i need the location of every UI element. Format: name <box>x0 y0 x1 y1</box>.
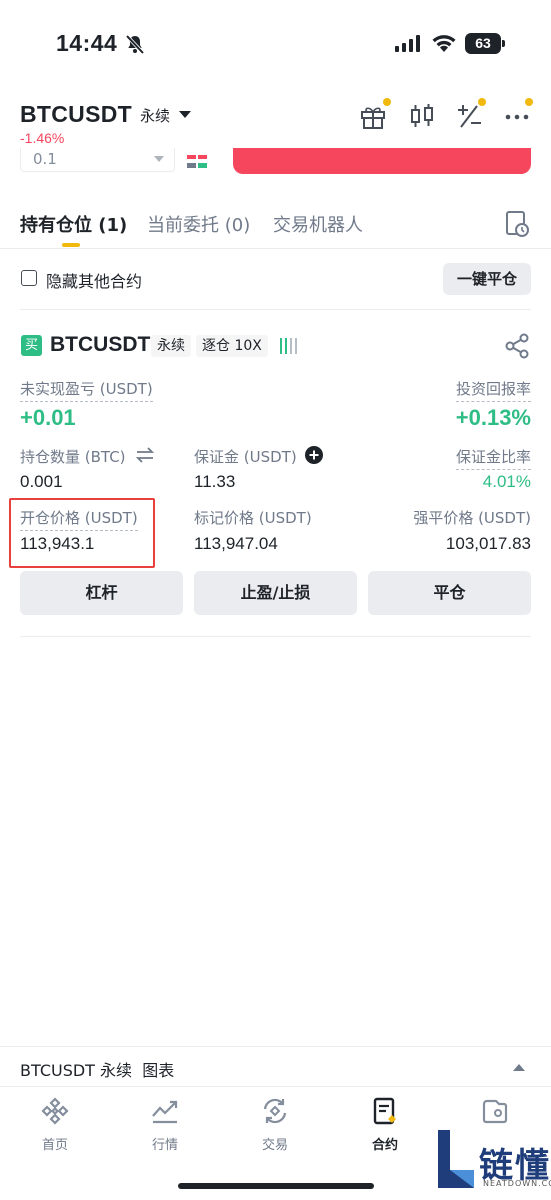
position-size-label: 持仓数量 (BTC) <box>20 448 126 466</box>
entry-price-highlight-box <box>9 498 155 568</box>
nav-top-divider <box>0 1086 551 1087</box>
liquidation-price-label: 强平价格 (USDT) <box>413 509 531 527</box>
contract-type-chip: 永续 <box>151 335 191 357</box>
roi-value: +0.13% <box>455 405 531 430</box>
more-notification-dot <box>525 98 533 106</box>
chart-bar-top-divider <box>0 1046 551 1047</box>
leverage-button[interactable]: 杠杆 <box>20 571 183 615</box>
order-history-icon[interactable] <box>504 210 530 238</box>
candlestick-icon[interactable] <box>408 102 436 130</box>
swap-unit-icon[interactable] <box>135 447 155 463</box>
nav-assets[interactable] <box>440 1096 550 1126</box>
chart-expand-caret-icon[interactable] <box>513 1064 525 1071</box>
hide-other-contracts-label[interactable]: 隐藏其他合约 <box>46 268 142 292</box>
nav-markets[interactable]: 行情 <box>110 1096 220 1153</box>
futures-icon <box>373 1097 396 1125</box>
watermark-subtext: NEATDOWN.COM <box>483 1179 551 1188</box>
nav-home-label: 首页 <box>41 1138 68 1153</box>
more-icon[interactable] <box>503 102 531 130</box>
plus-minus-notification-dot <box>478 98 486 106</box>
wallet-icon <box>482 1099 508 1124</box>
bell-muted-icon <box>125 34 145 55</box>
side-badge: 买 <box>21 335 42 356</box>
share-icon[interactable] <box>504 333 530 359</box>
orderbook-icon[interactable] <box>187 154 209 170</box>
nav-home[interactable]: 首页 <box>0 1096 110 1153</box>
unrealized-pnl-value: +0.01 <box>20 405 76 430</box>
active-tab-indicator <box>62 243 80 247</box>
quantity-value: 0.1 <box>33 150 57 168</box>
markets-icon <box>152 1100 178 1124</box>
watermark-logo-icon <box>438 1130 474 1188</box>
tab-open-orders[interactable]: 当前委托 (0) <box>147 211 250 237</box>
cellular-signal-icon <box>395 35 420 52</box>
price-change: -1.46% <box>20 130 65 146</box>
position-symbol[interactable]: BTCUSDT <box>50 333 150 357</box>
margin-ratio-value: 4.01% <box>482 472 531 491</box>
margin-label: 保证金 (USDT) <box>194 448 297 466</box>
gift-icon[interactable] <box>359 102 387 130</box>
plus-minus-icon[interactable] <box>455 102 483 130</box>
tabs-divider <box>0 248 551 249</box>
home-icon <box>41 1097 69 1125</box>
quantity-dropdown-caret-icon <box>154 156 164 162</box>
card-divider <box>20 636 531 637</box>
battery-indicator: 63 <box>465 33 501 54</box>
margin-ratio-label[interactable]: 保证金比率 <box>455 446 531 470</box>
chart-bar-label[interactable]: BTCUSDT 永续 图表 <box>20 1057 174 1081</box>
close-all-positions-button[interactable]: 一键平仓 <box>443 263 531 295</box>
nav-futures[interactable]: 合约 <box>330 1096 440 1153</box>
nav-markets-label: 行情 <box>151 1138 178 1153</box>
hide-other-contracts-checkbox[interactable] <box>21 270 37 286</box>
add-margin-icon[interactable] <box>305 446 323 464</box>
margin-value: 11.33 <box>194 472 236 491</box>
mark-price-label: 标记价格 (USDT) <box>194 509 312 527</box>
gift-notification-dot <box>383 98 391 106</box>
roi-label[interactable]: 投资回报率 <box>455 378 531 402</box>
symbol-dropdown-caret-icon[interactable] <box>179 111 191 118</box>
position-size-value: 0.001 <box>20 472 63 491</box>
nav-trade[interactable]: 交易 <box>220 1096 330 1153</box>
status-time: 14:44 <box>56 30 118 56</box>
tab-positions[interactable]: 持有仓位 (1) <box>20 211 127 237</box>
filter-divider <box>20 309 531 310</box>
battery-tip <box>502 40 505 47</box>
submit-order-button[interactable] <box>233 148 531 174</box>
mark-price-value: 113,947.04 <box>194 534 278 553</box>
quantity-input[interactable]: 0.1 <box>20 148 175 172</box>
unrealized-pnl-label[interactable]: 未实现盈亏 (USDT) <box>20 378 153 402</box>
adl-indicator-icon <box>280 338 297 354</box>
wifi-icon <box>432 35 456 52</box>
liquidation-price-value: 103,017.83 <box>445 534 531 553</box>
tp-sl-button[interactable]: 止盈/止损 <box>194 571 357 615</box>
trade-icon <box>263 1098 287 1124</box>
close-position-button[interactable]: 平仓 <box>368 571 531 615</box>
symbol-title[interactable]: BTCUSDT <box>20 101 132 128</box>
contract-type-label[interactable]: 永续 <box>140 105 170 126</box>
tab-trading-bots[interactable]: 交易机器人 <box>273 211 363 237</box>
home-indicator[interactable] <box>178 1183 374 1189</box>
nav-trade-label: 交易 <box>261 1138 288 1153</box>
nav-futures-label: 合约 <box>371 1138 398 1153</box>
margin-mode-chip[interactable]: 逐仓 10X <box>196 335 268 357</box>
